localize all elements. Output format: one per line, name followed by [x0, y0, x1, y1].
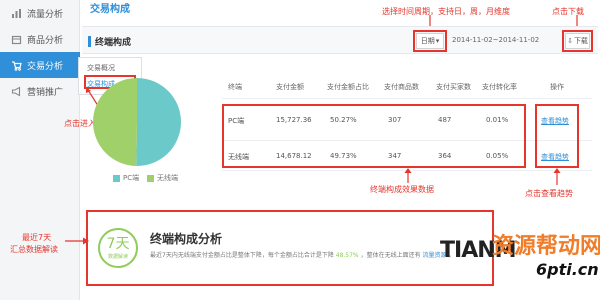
sidebar-item-marketing[interactable]: 营销推广: [0, 78, 80, 104]
legend-swatch: [113, 174, 120, 182]
sidebar-item-label: 交易分析: [27, 61, 64, 72]
annotation-view-trend: 点击查看趋势: [525, 189, 573, 198]
trend-links-highlight-box: [535, 104, 579, 168]
sidebar-item-traffic[interactable]: 流量分析: [0, 0, 80, 26]
sidebar-item-trade[interactable]: 交易分析: [0, 52, 80, 78]
column-header-items: 支付商品数: [384, 83, 419, 91]
legend-item-pc: PC端: [113, 173, 139, 183]
megaphone-icon: [10, 85, 22, 97]
date-select-highlight-box: [413, 30, 447, 52]
page-title: 交易构成: [90, 4, 130, 15]
section-accent: [88, 36, 91, 47]
watermark-url: 6pti.cn: [536, 260, 599, 279]
column-header-buyers: 支付买家数: [436, 83, 471, 91]
sidebar-item-label: 营销推广: [27, 87, 64, 98]
legend-item-wireless: 无线端: [147, 173, 178, 183]
arrow-icon: [65, 237, 89, 245]
column-header-action: 操作: [550, 83, 564, 91]
box-icon: [10, 33, 22, 45]
table-divider: [222, 98, 592, 99]
column-header-conversion: 支付转化率: [482, 83, 517, 91]
summary-text: 最近7天内无线端支付金额占比是整体下降，每个金额占比合计是下降 48.57% ，…: [150, 252, 455, 259]
sidebar-item-label: 商品分析: [27, 35, 64, 46]
arrow-icon: [404, 168, 412, 183]
pie-slice-pc: [136, 78, 182, 166]
column-header-amount: 支付金额: [276, 83, 304, 91]
seven-day-badge: 7天 数据解读: [98, 228, 138, 268]
table-data-highlight-box: [222, 104, 526, 168]
annotation-terminal-data: 终端构成效果数据: [370, 185, 434, 194]
summary-highlight-box: [86, 210, 494, 286]
summary-title: 终端构成分析: [150, 232, 223, 246]
annotation-date-period: 选择时间周期，支持日，周，月维度: [382, 7, 510, 16]
date-range: 2014-11-02~2014-11-02: [452, 36, 540, 44]
cart-icon: [10, 59, 22, 71]
annotation-recent-7-days: 最近7天: [22, 233, 52, 242]
chart-icon: [10, 7, 22, 19]
legend-swatch: [147, 174, 154, 182]
sidebar-item-products[interactable]: 商品分析: [0, 26, 80, 52]
section-title: 终端构成: [95, 38, 132, 48]
download-highlight-box: [562, 30, 593, 52]
terminal-pie-chart: [93, 78, 182, 166]
column-header-amount-pct: 支付金额占比: [327, 83, 369, 91]
arrow-icon: [553, 168, 561, 185]
pie-slice-wireless: [93, 78, 137, 166]
sidebar-item-label: 流量分析: [27, 9, 64, 20]
column-header-terminal: 终端: [228, 83, 242, 91]
annotation-summary-interpretation: 汇总数据解读: [10, 245, 58, 254]
watermark-cn: 资源帮动网: [492, 234, 600, 259]
